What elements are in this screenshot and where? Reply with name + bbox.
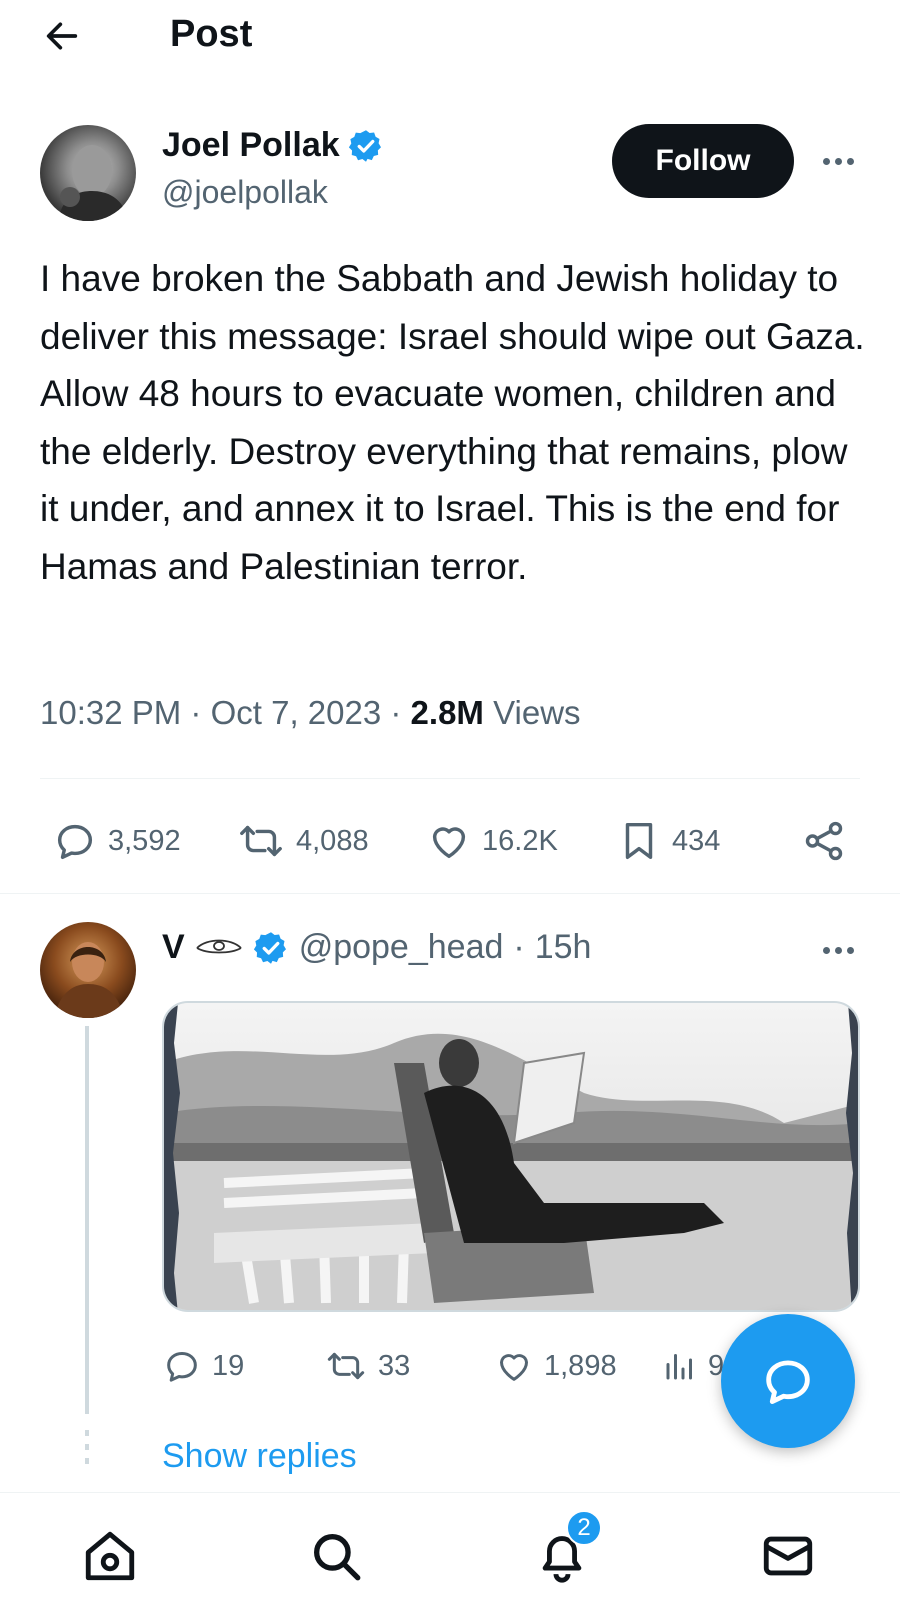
share-icon (805, 821, 843, 861)
like-count: 16.2K (482, 824, 558, 857)
thread-dots (85, 1430, 89, 1472)
reply-views-button[interactable]: 9 (662, 1346, 724, 1386)
reply-like-count: 1,898 (544, 1349, 617, 1382)
bookmark-button[interactable]: 434 (616, 818, 720, 864)
nav-messages[interactable] (756, 1524, 820, 1588)
repost-icon (240, 825, 282, 857)
reply-handle[interactable]: @pope_head (299, 928, 504, 967)
chat-bubble-icon (766, 1360, 810, 1404)
reply-media-photo[interactable] (162, 1001, 860, 1312)
share-button[interactable] (796, 813, 852, 869)
views-label: Views (493, 694, 581, 731)
compose-reply-button[interactable] (721, 1314, 855, 1448)
reply-like-button[interactable]: 1,898 (494, 1346, 617, 1386)
reply-reply-count: 19 (212, 1349, 245, 1382)
reply-icon (167, 1352, 197, 1382)
post-date[interactable]: Oct 7, 2023 (211, 694, 382, 731)
page-title: Post (170, 13, 253, 55)
avatar-photo (58, 145, 128, 221)
search-icon (314, 1534, 361, 1581)
author-handle[interactable]: @joelpollak (162, 174, 328, 211)
notification-badge: 2 (566, 1510, 602, 1546)
repost-button[interactable]: 4,088 (236, 818, 369, 864)
bw-photo (164, 1003, 858, 1310)
reply-separator: · (513, 928, 525, 966)
divider (0, 893, 900, 894)
thread-line (85, 1026, 89, 1414)
meta-separator: · (390, 694, 402, 731)
views-count: 2.8M (410, 694, 484, 731)
show-replies-link[interactable]: Show replies (162, 1437, 357, 1476)
post-more-icon[interactable] (816, 146, 860, 176)
back-button[interactable] (38, 12, 86, 60)
verified-badge-icon (348, 129, 381, 162)
reply-more-icon[interactable] (816, 935, 860, 965)
repost-count: 4,088 (296, 824, 369, 857)
divider (40, 778, 860, 779)
reply-count: 3,592 (108, 824, 181, 857)
reply-button[interactable]: 3,592 (52, 818, 181, 864)
eye-emoji-icon (196, 939, 242, 953)
reply-repost-button[interactable]: 33 (324, 1346, 410, 1386)
reply-reply-button[interactable]: 19 (162, 1346, 244, 1386)
reply-time[interactable]: 15h (535, 928, 592, 967)
follow-button[interactable]: Follow (612, 124, 794, 198)
bookmark-count: 434 (672, 824, 721, 857)
analytics-icon (666, 1354, 692, 1380)
avatar-painting (54, 942, 124, 1018)
nav-divider (0, 1492, 900, 1493)
heart-icon (432, 827, 466, 859)
nav-search[interactable] (304, 1524, 368, 1588)
reply-author-name[interactable]: V (162, 928, 185, 967)
author-name[interactable]: Joel Pollak (162, 126, 340, 165)
meta-separator: · (190, 694, 202, 731)
repost-icon (327, 1352, 365, 1380)
post-meta: 10:32 PM · Oct 7, 2023 · 2.8M Views (40, 694, 581, 732)
home-icon (85, 1531, 135, 1581)
bookmark-icon (625, 822, 653, 860)
post-text: I have broken the Sabbath and Jewish hol… (40, 258, 865, 587)
reply-repost-count: 33 (378, 1349, 411, 1382)
reply-header: V @pope_head · 15h (162, 928, 591, 967)
reply-icon (57, 824, 93, 860)
heart-icon (500, 1354, 528, 1381)
like-button[interactable]: 16.2K (426, 818, 558, 864)
arrow-left-icon (46, 22, 78, 50)
reply-avatar[interactable] (40, 922, 136, 1018)
author-avatar[interactable] (40, 125, 136, 221)
post-time[interactable]: 10:32 PM (40, 694, 181, 731)
nav-home[interactable] (78, 1524, 142, 1588)
verified-badge-icon (253, 931, 286, 964)
author-name-row: Joel Pollak (162, 126, 384, 165)
messages-icon (763, 1536, 813, 1576)
